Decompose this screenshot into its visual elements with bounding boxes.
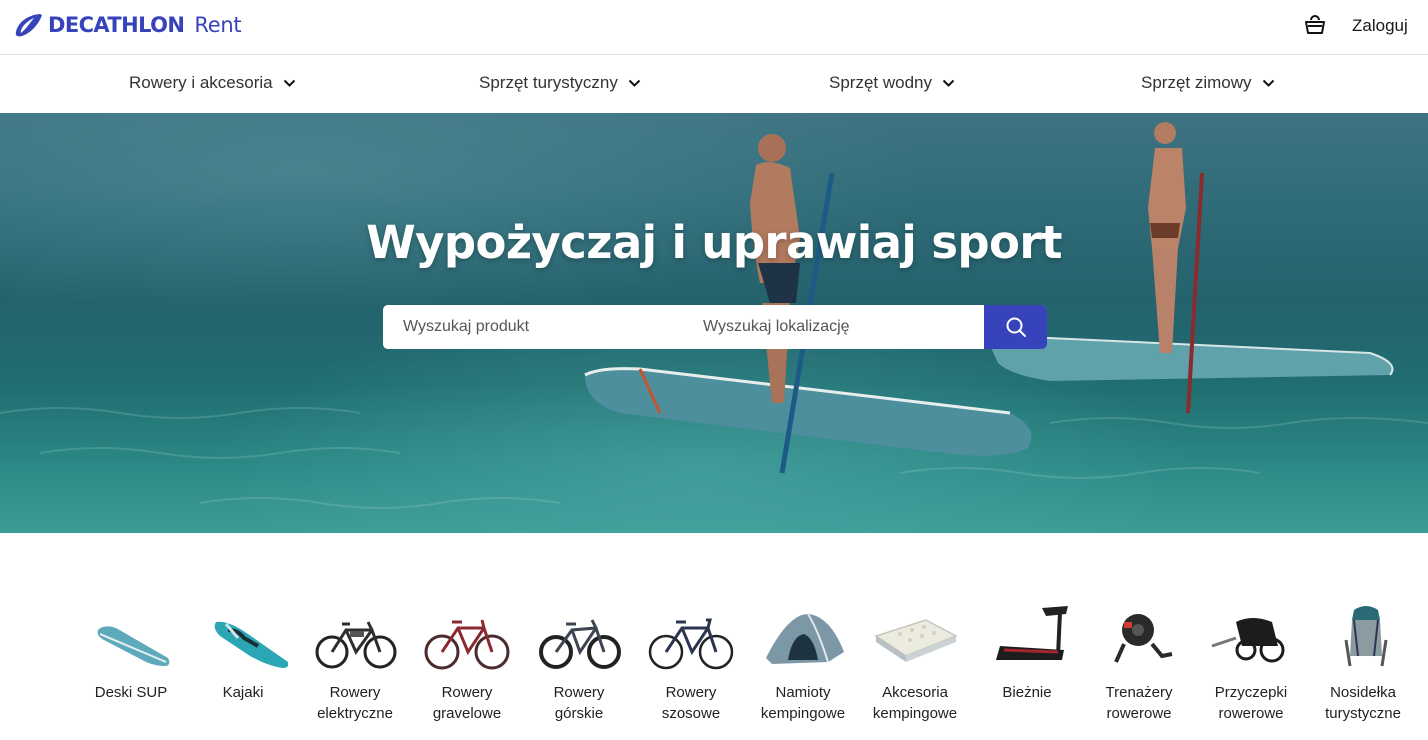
tile-label-line1: Rowery xyxy=(441,684,493,701)
category-sup-boards[interactable]: Deski SUP xyxy=(75,600,187,703)
tile-label-line2: rowerowe xyxy=(1218,705,1284,722)
login-button[interactable]: Zaloguj xyxy=(1352,16,1408,36)
category-tiles: Deski SUP Kajaki Rowery elektryczne Rower… xyxy=(75,600,1428,740)
decathlon-logo-icon xyxy=(15,14,42,37)
category-camping-accessories[interactable]: Akcesoria kempingowe xyxy=(859,600,971,724)
tile-label-line1: Przyczepki xyxy=(1214,684,1288,701)
air-mattress-icon xyxy=(874,619,958,662)
search-button[interactable] xyxy=(984,305,1047,349)
tile-label-line2: kempingowe xyxy=(872,705,958,722)
chevron-down-icon xyxy=(283,79,295,87)
category-electric-bikes[interactable]: Rowery elektryczne xyxy=(299,600,411,724)
nav-label: Sprzęt wodny xyxy=(829,73,932,92)
sup-board-icon xyxy=(97,626,170,666)
tile-label-line1: Akcesoria xyxy=(882,684,948,701)
tile-label-line2: rowerowe xyxy=(1106,705,1172,722)
decathlon-rent-logo[interactable]: DECATHLON Rent xyxy=(14,10,242,40)
nav-bikes-accessories[interactable]: Rowery i akcesoria xyxy=(129,73,296,93)
tile-label-line1: Rowery xyxy=(665,684,717,701)
category-nav: Rowery i akcesoria Sprzęt turystyczny Sp… xyxy=(0,55,1428,113)
bike-trainer-icon xyxy=(1114,614,1173,663)
chevron-down-icon xyxy=(1262,79,1274,87)
tile-label-line2: górskie xyxy=(554,705,604,722)
bike-trailer-icon xyxy=(1211,618,1285,663)
tent-icon xyxy=(766,613,844,664)
electric-bike-icon xyxy=(315,621,397,669)
category-kayaks[interactable]: Kajaki xyxy=(187,600,299,703)
category-bike-trainers[interactable]: Trenażery rowerowe xyxy=(1083,600,1195,724)
gravel-bike-icon xyxy=(424,619,510,670)
nav-label: Rowery i akcesoria xyxy=(129,73,273,92)
category-camping-tents[interactable]: Namioty kempingowe xyxy=(747,600,859,724)
brand-suffix: Rent xyxy=(194,13,242,37)
basket-icon[interactable] xyxy=(1302,12,1328,36)
hero-title: Wypożyczaj i uprawiaj sport xyxy=(366,216,1062,269)
tile-label-line2: elektryczne xyxy=(317,705,393,722)
category-gravel-bikes[interactable]: Rowery gravelowe xyxy=(411,600,523,724)
road-bike-icon xyxy=(648,618,734,670)
category-mountain-bikes[interactable]: Rowery górskie xyxy=(523,600,635,724)
treadmill-icon xyxy=(996,606,1068,660)
search-icon xyxy=(1006,317,1026,337)
nav-water-gear[interactable]: Sprzęt wodny xyxy=(829,73,955,93)
category-treadmills[interactable]: Bieżnie xyxy=(971,600,1083,703)
tile-label-line1: Bieżnie xyxy=(1002,684,1052,701)
nav-winter-gear[interactable]: Sprzęt zimowy xyxy=(1141,73,1275,93)
chevron-down-icon xyxy=(628,79,641,87)
location-search-input[interactable] xyxy=(683,305,984,349)
brand-name: DECATHLON xyxy=(48,13,185,37)
kayak-icon xyxy=(214,621,288,668)
tile-label-line2: kempingowe xyxy=(760,705,846,722)
tile-label-line2: turystyczne xyxy=(1325,705,1401,722)
tile-label-line1: Rowery xyxy=(553,684,605,701)
tile-label-line1: Namioty xyxy=(775,684,831,701)
tile-label-line1: Deski SUP xyxy=(94,684,168,701)
product-search-input[interactable] xyxy=(383,305,683,349)
search-bar xyxy=(383,305,1047,349)
hero-banner: Wypożyczaj i uprawiaj sport xyxy=(0,113,1428,533)
category-road-bikes[interactable]: Rowery szosowe xyxy=(635,600,747,724)
child-carrier-icon xyxy=(1344,606,1388,667)
tile-label-line1: Kajaki xyxy=(222,684,264,701)
tile-label-line2: gravelowe xyxy=(432,705,502,722)
mountain-bike-icon xyxy=(539,619,621,669)
tile-label-line2: szosowe xyxy=(661,705,721,722)
nav-label: Sprzęt turystyczny xyxy=(479,73,618,92)
category-bike-trailers[interactable]: Przyczepki rowerowe xyxy=(1195,600,1307,724)
nav-label: Sprzęt zimowy xyxy=(1141,73,1252,92)
category-child-carriers[interactable]: Nosidełka turystyczne xyxy=(1307,600,1419,724)
tile-label-line1: Trenażery xyxy=(1105,684,1173,701)
top-header: DECATHLON Rent Zaloguj xyxy=(0,0,1428,55)
tile-label-line1: Nosidełka xyxy=(1330,684,1396,701)
chevron-down-icon xyxy=(942,79,955,87)
tile-label-line1: Rowery xyxy=(329,684,381,701)
nav-tourist-gear[interactable]: Sprzęt turystyczny xyxy=(479,73,641,93)
